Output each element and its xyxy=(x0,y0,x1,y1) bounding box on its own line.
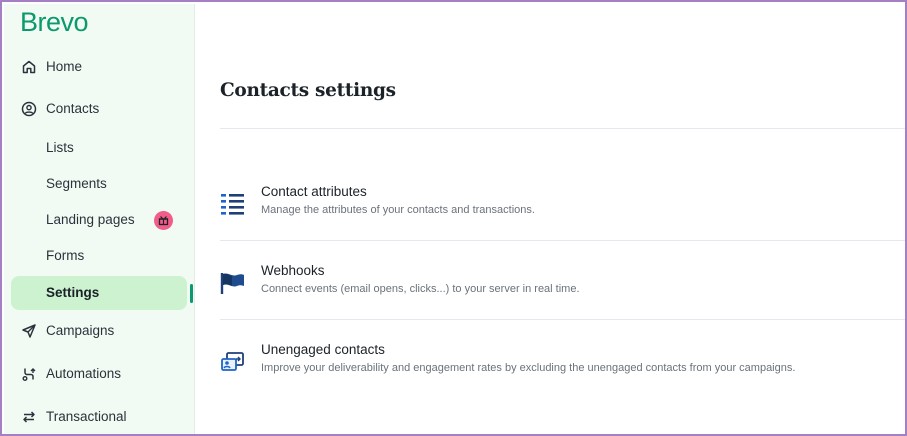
row-divider xyxy=(220,240,905,241)
contacts-icon xyxy=(21,101,37,117)
row-divider xyxy=(220,319,905,320)
sidebar-item-label: Automations xyxy=(46,366,122,381)
setting-description: Improve your deliverability and engageme… xyxy=(261,362,796,374)
setting-title: Webhooks xyxy=(261,263,325,278)
setting-title: Unengaged contacts xyxy=(261,342,385,357)
sidebar-item-label: Home xyxy=(46,59,83,74)
sidebar-item-label: Landing pages xyxy=(46,212,135,227)
upgrade-badge xyxy=(154,211,173,230)
sidebar-item-campaigns[interactable]: Campaigns xyxy=(4,315,195,347)
sidebar-item-transactional[interactable]: Transactional xyxy=(4,401,195,433)
sidebar-item-label: Forms xyxy=(46,248,85,263)
sidebar-item-segments[interactable]: Segments xyxy=(4,168,195,200)
home-icon xyxy=(21,59,37,75)
page-title: Contacts settings xyxy=(220,80,396,101)
gift-icon xyxy=(158,216,169,226)
setting-row-webhooks[interactable]: Webhooks Connect events (email opens, cl… xyxy=(220,263,905,341)
attributes-list-icon xyxy=(220,191,246,217)
sidebar-item-label: Campaigns xyxy=(46,323,115,338)
setting-row-contact-attributes[interactable]: Contact attributes Manage the attributes… xyxy=(220,184,905,262)
sidebar-item-lists[interactable]: Lists xyxy=(4,132,195,164)
sidebar-item-forms[interactable]: Forms xyxy=(4,240,195,272)
app-frame: Brevo Home Contacts Lists Segments Landi… xyxy=(0,0,907,436)
automations-icon xyxy=(21,366,37,382)
sidebar: Brevo Home Contacts Lists Segments Landi… xyxy=(4,4,195,434)
sidebar-item-label: Lists xyxy=(46,140,74,155)
unengaged-contacts-icon xyxy=(220,349,246,375)
sidebar-item-label: Segments xyxy=(46,176,107,191)
send-icon xyxy=(21,323,37,339)
sidebar-item-home[interactable]: Home xyxy=(4,51,195,83)
main-content: Contacts settings Contact attributes Man… xyxy=(196,4,905,434)
setting-title: Contact attributes xyxy=(261,184,367,199)
sidebar-item-label: Contacts xyxy=(46,101,100,116)
setting-description: Manage the attributes of your contacts a… xyxy=(261,204,535,216)
webhook-flag-icon xyxy=(220,270,246,296)
sidebar-item-label: Transactional xyxy=(46,409,127,424)
sidebar-item-contacts[interactable]: Contacts xyxy=(4,93,195,125)
sidebar-item-automations[interactable]: Automations xyxy=(4,358,195,390)
sidebar-item-landing-pages[interactable]: Landing pages xyxy=(4,204,195,236)
sidebar-item-settings[interactable]: Settings xyxy=(4,277,195,309)
brevo-logo[interactable]: Brevo xyxy=(20,7,89,38)
transactional-icon xyxy=(21,409,37,425)
setting-description: Connect events (email opens, clicks...) … xyxy=(261,283,580,295)
sidebar-item-label: Settings xyxy=(46,285,100,300)
setting-row-unengaged-contacts[interactable]: Unengaged contacts Improve your delivera… xyxy=(220,342,905,420)
title-divider xyxy=(220,128,905,129)
